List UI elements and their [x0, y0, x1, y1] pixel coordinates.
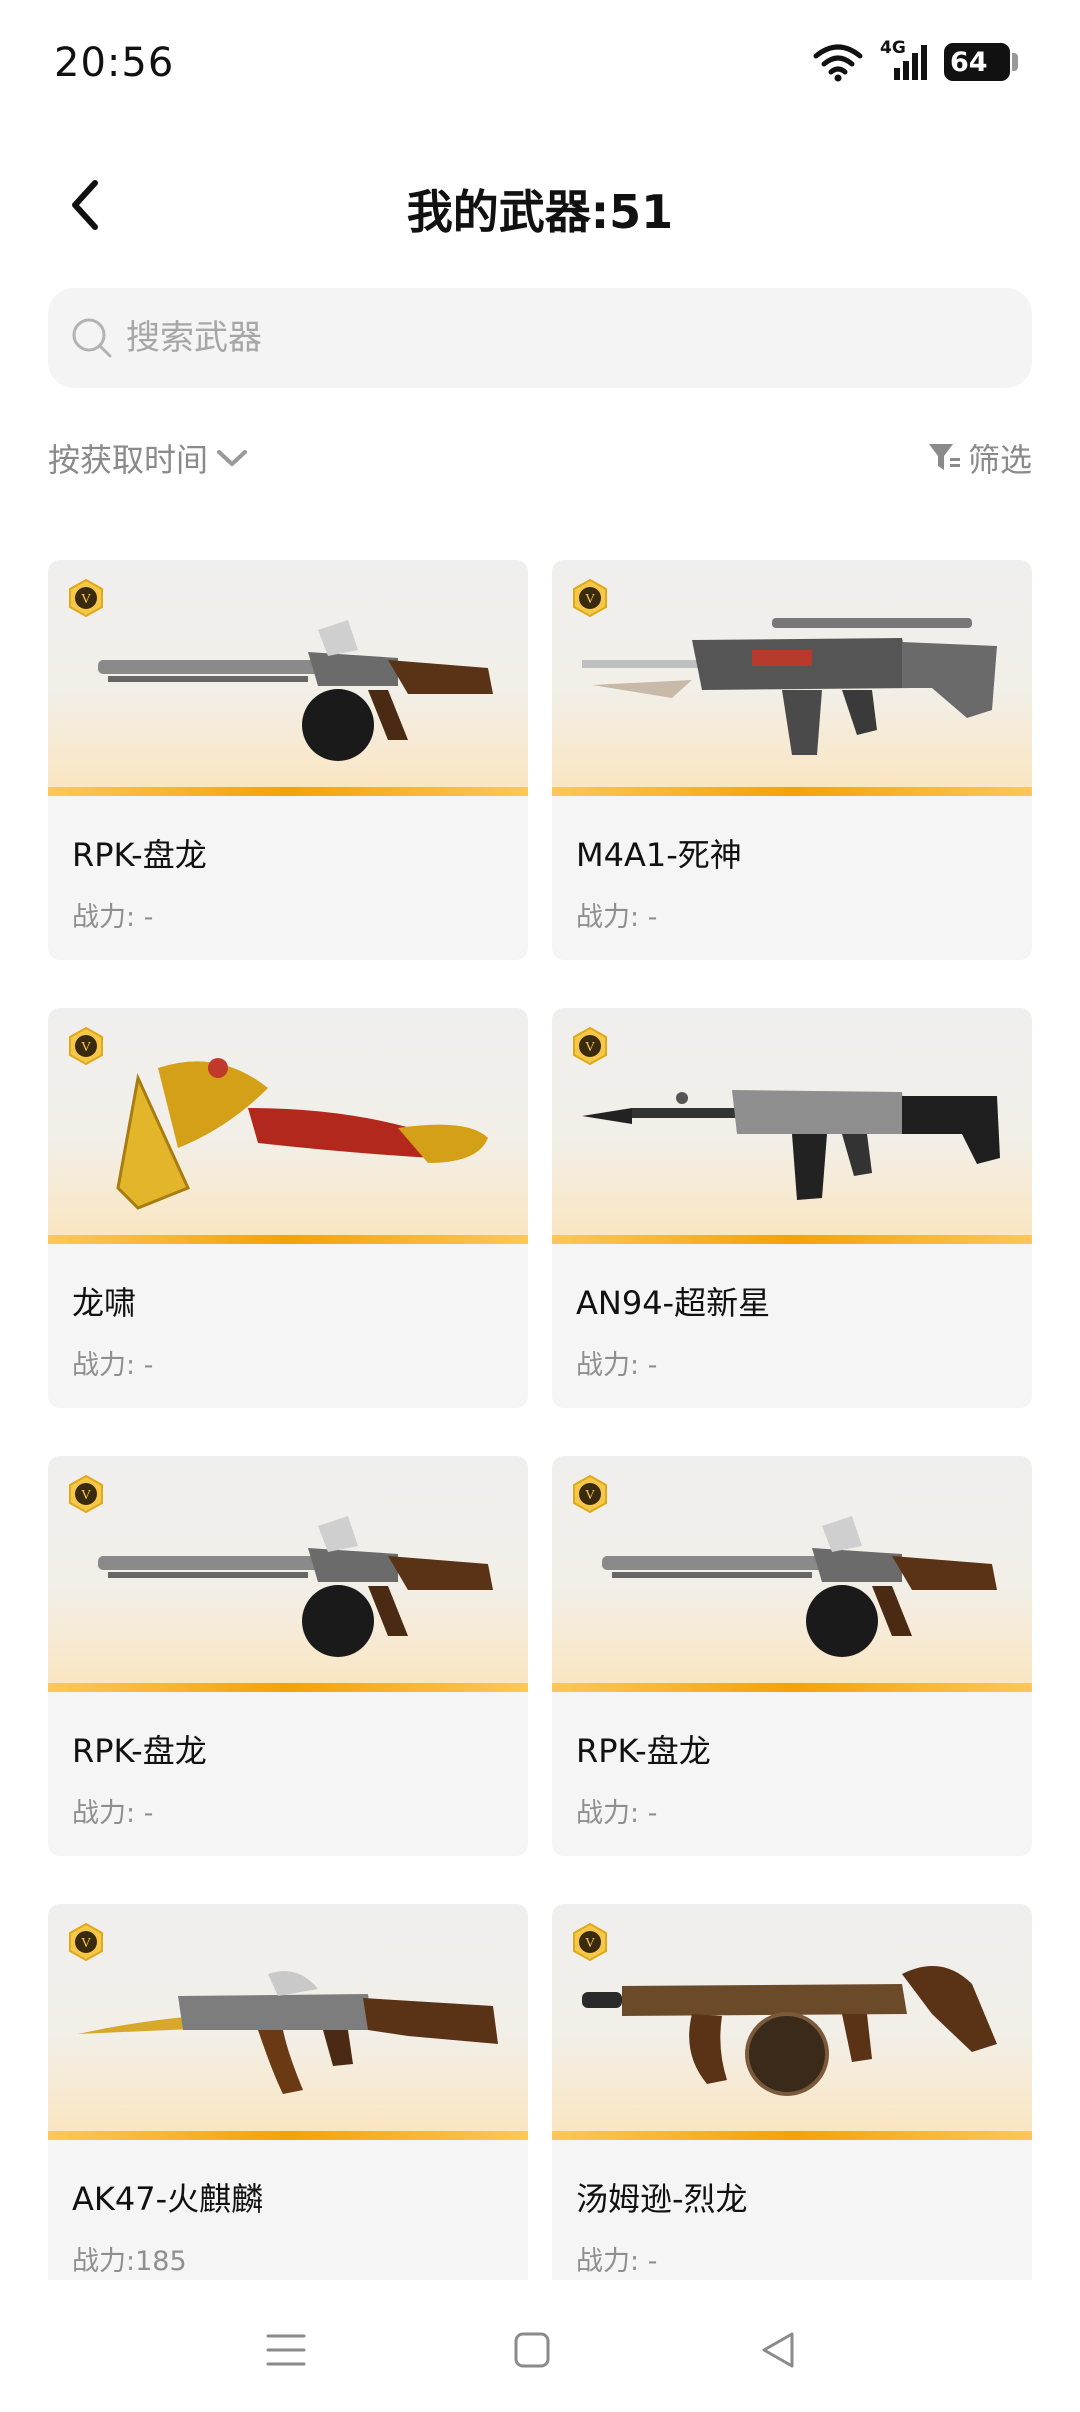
page-title: 我的武器:51 — [406, 185, 674, 239]
weapon-power: 战力: - — [72, 1798, 154, 1829]
weapon-power: 战力:185 — [72, 2246, 187, 2277]
weapon-name: 汤姆逊-烈龙 — [576, 2180, 748, 2218]
system-nav-bar — [0, 2280, 1080, 2412]
weapon-card[interactable]: V RPK-盘龙 战力: - — [48, 1456, 528, 1856]
weapon-name: 龙啸 — [72, 1284, 137, 1322]
filter-button[interactable]: 筛选 — [926, 435, 1032, 481]
nav-menu-button[interactable] — [256, 2320, 316, 2380]
weapon-name: RPK-盘龙 — [72, 1732, 207, 1770]
weapon-card[interactable]: V RPK-盘龙 战力: - — [48, 560, 528, 960]
weapon-art — [116, 1058, 488, 1210]
weapon-image: V — [552, 1904, 1032, 2140]
battery-level: 64 — [950, 46, 988, 78]
weapon-card[interactable]: V AN94-超新星 战力: - — [552, 1008, 1032, 1408]
weapon-image: V — [48, 1456, 528, 1692]
weapon-card[interactable]: V AK47-火麒麟 战力:185 — [48, 1904, 528, 2280]
weapon-name: M4A1-死神 — [576, 836, 742, 874]
weapon-card[interactable]: V 汤姆逊-烈龙 战力: - — [552, 1904, 1032, 2280]
weapon-power: 战力: - — [576, 2246, 658, 2277]
sort-dropdown[interactable]: 按获取时间 — [48, 435, 250, 481]
signal-icon: 4G — [880, 38, 928, 82]
weapon-name: AN94-超新星 — [576, 1284, 771, 1322]
search-box[interactable] — [48, 288, 1032, 388]
wifi-icon — [813, 44, 863, 82]
weapon-card[interactable]: V M4A1-死神 战力: - — [552, 560, 1032, 960]
weapon-name: RPK-盘龙 — [576, 1732, 711, 1770]
status-icons: 4G 64 — [812, 38, 1018, 82]
weapon-image: V — [552, 560, 1032, 796]
weapon-power: 战力: - — [576, 1350, 658, 1381]
search-input[interactable] — [126, 318, 986, 358]
weapon-grid: V RPK-盘龙 战力: - V M4A1-死神 战力: - V 龙啸 战力: … — [0, 560, 1080, 2280]
filter-label: 筛选 — [967, 441, 1032, 479]
weapon-power: 战力: - — [72, 902, 154, 933]
nav-home-button[interactable] — [502, 2320, 562, 2380]
weapon-art — [582, 1090, 1000, 1200]
weapon-image: V — [552, 1008, 1032, 1244]
weapon-name: RPK-盘龙 — [72, 836, 207, 874]
weapon-image: V — [48, 1008, 528, 1244]
funnel-icon — [928, 444, 960, 470]
home-square-icon — [514, 2332, 550, 2368]
sort-label: 按获取时间 — [48, 441, 209, 479]
status-time: 20:56 — [54, 40, 175, 86]
weapon-image: V — [48, 560, 528, 796]
weapon-art — [98, 620, 493, 761]
header: 我的武器:51 — [0, 150, 1080, 260]
weapon-power: 战力: - — [72, 1350, 154, 1381]
weapon-art — [602, 1516, 997, 1657]
weapon-art — [78, 1971, 498, 2094]
weapon-art — [582, 618, 997, 755]
weapon-card[interactable]: V 龙啸 战力: - — [48, 1008, 528, 1408]
menu-icon — [266, 2334, 306, 2366]
weapon-power: 战力: - — [576, 1798, 658, 1829]
back-triangle-icon — [762, 2332, 794, 2368]
nav-back-button[interactable] — [748, 2320, 808, 2380]
battery-icon: 64 — [944, 43, 1018, 81]
weapon-art — [98, 1516, 493, 1657]
weapon-art — [582, 1966, 997, 2096]
chevron-down-icon — [217, 450, 248, 466]
weapon-name: AK47-火麒麟 — [72, 2180, 264, 2218]
filter-row: 按获取时间 筛选 — [48, 435, 1032, 495]
search-icon — [72, 318, 112, 358]
weapon-image: V — [48, 1904, 528, 2140]
status-bar: 20:56 4G 64 — [0, 0, 1080, 130]
weapon-power: 战力: - — [576, 902, 658, 933]
weapon-card[interactable]: V RPK-盘龙 战力: - — [552, 1456, 1032, 1856]
weapon-image: V — [552, 1456, 1032, 1692]
